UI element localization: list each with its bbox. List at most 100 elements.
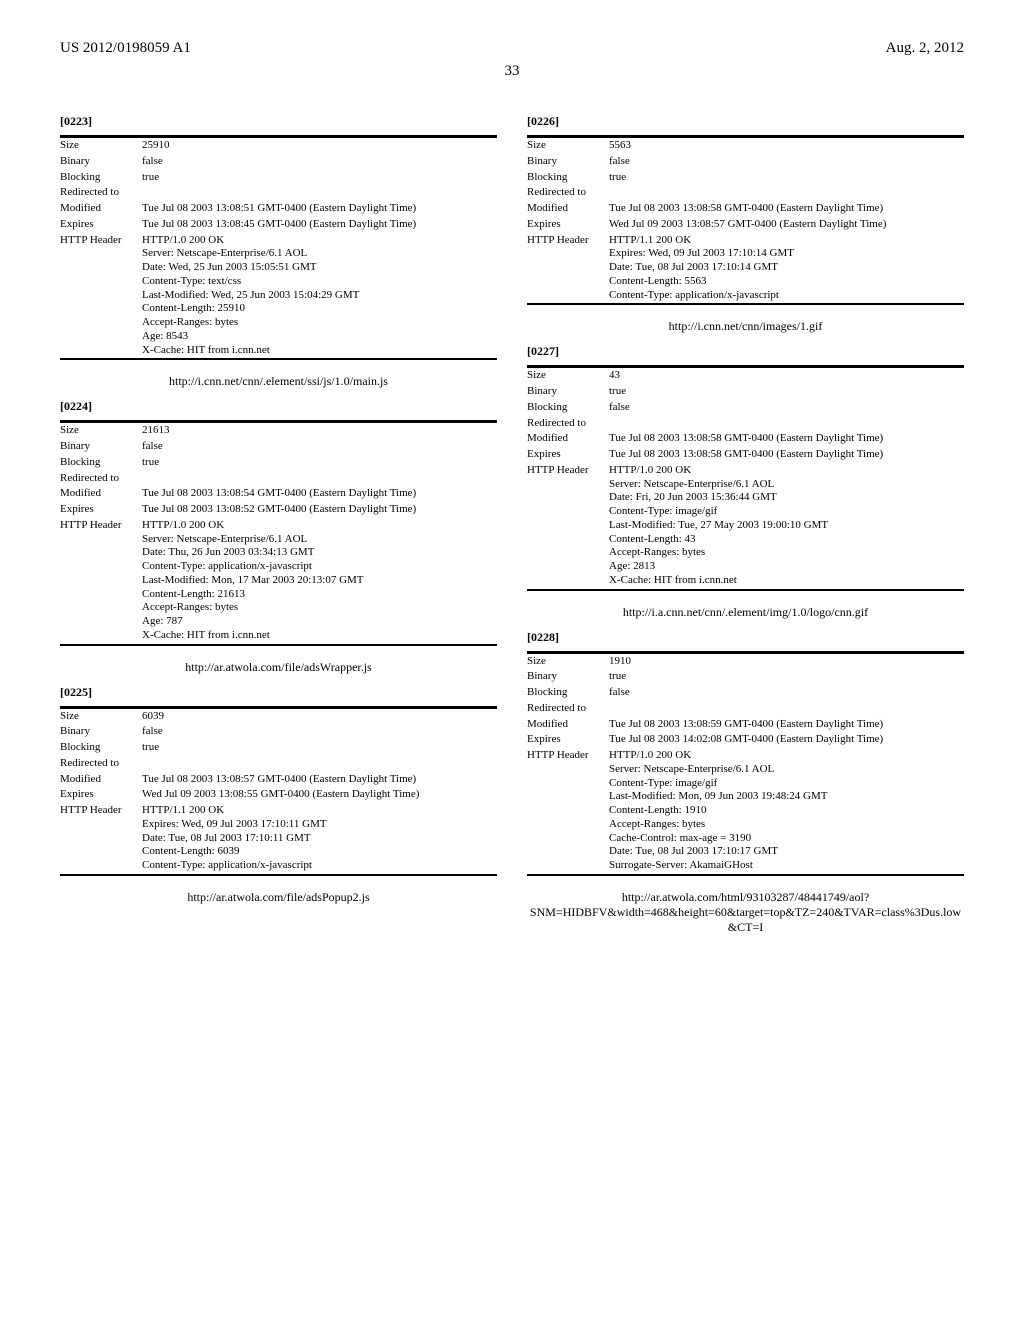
row-label: Blocking <box>527 400 609 416</box>
paragraph-number: [0226] <box>527 114 964 129</box>
row-label: HTTP Header <box>60 233 142 360</box>
row-label: HTTP Header <box>60 803 142 875</box>
row-value: Tue Jul 08 2003 13:08:45 GMT-0400 (Easte… <box>142 217 497 233</box>
resource-url: http://ar.atwola.com/html/93103287/48441… <box>527 890 964 935</box>
row-label: Binary <box>60 154 142 170</box>
data-table: Size21613BinaryfalseBlockingtrueRedirect… <box>60 420 497 645</box>
row-label: Expires <box>60 217 142 233</box>
table-row: Size5563 <box>527 138 964 154</box>
row-label: Binary <box>527 154 609 170</box>
row-value: Tue Jul 08 2003 13:08:58 GMT-0400 (Easte… <box>609 447 964 463</box>
row-value: true <box>142 170 497 186</box>
table-row: Blockingfalse <box>527 400 964 416</box>
row-label: Size <box>60 138 142 154</box>
row-label: Expires <box>527 447 609 463</box>
table-row: Binaryfalse <box>60 154 497 170</box>
row-value: Tue Jul 08 2003 13:08:54 GMT-0400 (Easte… <box>142 486 497 502</box>
row-value: Tue Jul 08 2003 13:08:58 GMT-0400 (Easte… <box>609 201 964 217</box>
publication-number: US 2012/0198059 A1 <box>60 40 191 57</box>
table-row: ModifiedTue Jul 08 2003 13:08:58 GMT-040… <box>527 431 964 447</box>
row-value <box>142 185 497 201</box>
data-table: Size25910BinaryfalseBlockingtrueRedirect… <box>60 135 497 360</box>
row-label: Redirected to <box>527 701 609 717</box>
row-value: Tue Jul 08 2003 13:08:51 GMT-0400 (Easte… <box>142 201 497 217</box>
table-row: Blockingtrue <box>60 170 497 186</box>
publication-date: Aug. 2, 2012 <box>886 40 964 57</box>
table-row: ExpiresTue Jul 08 2003 13:08:52 GMT-0400… <box>60 502 497 518</box>
row-value <box>142 471 497 487</box>
table-row: HTTP HeaderHTTP/1.0 200 OK Server: Netsc… <box>60 233 497 360</box>
row-label: Redirected to <box>527 185 609 201</box>
row-label: Size <box>527 654 609 670</box>
paragraph-number: [0224] <box>60 399 497 414</box>
table-row: Blockingtrue <box>60 455 497 471</box>
resource-url: http://i.cnn.net/cnn/images/1.gif <box>527 319 964 334</box>
row-label: Binary <box>60 724 142 740</box>
row-label: Binary <box>60 439 142 455</box>
row-label: Blocking <box>60 170 142 186</box>
row-label: Modified <box>527 717 609 733</box>
row-label: Modified <box>60 201 142 217</box>
table-row: ExpiresTue Jul 08 2003 13:08:45 GMT-0400… <box>60 217 497 233</box>
row-label: HTTP Header <box>527 463 609 590</box>
paragraph-number: [0225] <box>60 685 497 700</box>
paragraph-number: [0227] <box>527 344 964 359</box>
row-label: Blocking <box>527 685 609 701</box>
table-row: Binaryfalse <box>527 154 964 170</box>
row-value: true <box>142 740 497 756</box>
row-value: HTTP/1.1 200 OK Expires: Wed, 09 Jul 200… <box>609 233 964 305</box>
row-value <box>609 416 964 432</box>
row-value: Tue Jul 08 2003 13:08:57 GMT-0400 (Easte… <box>142 772 497 788</box>
row-value: HTTP/1.0 200 OK Server: Netscape-Enterpr… <box>142 233 497 360</box>
table-row: Redirected to <box>527 701 964 717</box>
table-row: HTTP HeaderHTTP/1.0 200 OK Server: Netsc… <box>60 518 497 645</box>
row-value: 6039 <box>142 709 497 725</box>
row-value: Wed Jul 09 2003 13:08:57 GMT-0400 (Easte… <box>609 217 964 233</box>
row-value: 43 <box>609 368 964 384</box>
row-value: true <box>609 384 964 400</box>
row-value <box>609 701 964 717</box>
table-row: Redirected to <box>60 756 497 772</box>
table-row: HTTP HeaderHTTP/1.0 200 OK Server: Netsc… <box>527 463 964 590</box>
left-column: [0223]Size25910BinaryfalseBlockingtrueRe… <box>60 104 497 941</box>
table-row: Binarytrue <box>527 669 964 685</box>
table-row: HTTP HeaderHTTP/1.1 200 OK Expires: Wed,… <box>527 233 964 305</box>
table-row: ModifiedTue Jul 08 2003 13:08:58 GMT-040… <box>527 201 964 217</box>
row-value: 21613 <box>142 423 497 439</box>
row-value: false <box>142 439 497 455</box>
table-row: Blockingtrue <box>527 170 964 186</box>
row-label: Blocking <box>60 455 142 471</box>
resource-url: http://ar.atwola.com/file/adsWrapper.js <box>60 660 497 675</box>
table-row: ModifiedTue Jul 08 2003 13:08:51 GMT-040… <box>60 201 497 217</box>
table-row: ModifiedTue Jul 08 2003 13:08:57 GMT-040… <box>60 772 497 788</box>
table-row: HTTP HeaderHTTP/1.0 200 OK Server: Netsc… <box>527 748 964 875</box>
row-value: 1910 <box>609 654 964 670</box>
row-value: false <box>609 685 964 701</box>
row-label: Binary <box>527 669 609 685</box>
resource-url: http://i.a.cnn.net/cnn/.element/img/1.0/… <box>527 605 964 620</box>
table-row: Size1910 <box>527 654 964 670</box>
row-value: true <box>609 170 964 186</box>
resource-url: http://i.cnn.net/cnn/.element/ssi/js/1.0… <box>60 374 497 389</box>
row-value: Tue Jul 08 2003 13:08:58 GMT-0400 (Easte… <box>609 431 964 447</box>
row-value <box>609 185 964 201</box>
row-value: true <box>142 455 497 471</box>
table-row: Binarytrue <box>527 384 964 400</box>
row-value: false <box>609 400 964 416</box>
row-label: Expires <box>60 787 142 803</box>
row-value: false <box>142 154 497 170</box>
table-row: ModifiedTue Jul 08 2003 13:08:59 GMT-040… <box>527 717 964 733</box>
row-value: false <box>609 154 964 170</box>
table-row: Redirected to <box>527 416 964 432</box>
right-column: [0226]Size5563BinaryfalseBlockingtrueRed… <box>527 104 964 941</box>
page-number: 33 <box>60 63 964 80</box>
row-value: 5563 <box>609 138 964 154</box>
table-row: Blockingfalse <box>527 685 964 701</box>
table-row: ExpiresWed Jul 09 2003 13:08:57 GMT-0400… <box>527 217 964 233</box>
row-label: Size <box>527 368 609 384</box>
row-label: Redirected to <box>60 756 142 772</box>
table-row: Redirected to <box>60 185 497 201</box>
data-table: Size5563BinaryfalseBlockingtrueRedirecte… <box>527 135 964 305</box>
row-value: Tue Jul 08 2003 13:08:52 GMT-0400 (Easte… <box>142 502 497 518</box>
row-value: false <box>142 724 497 740</box>
